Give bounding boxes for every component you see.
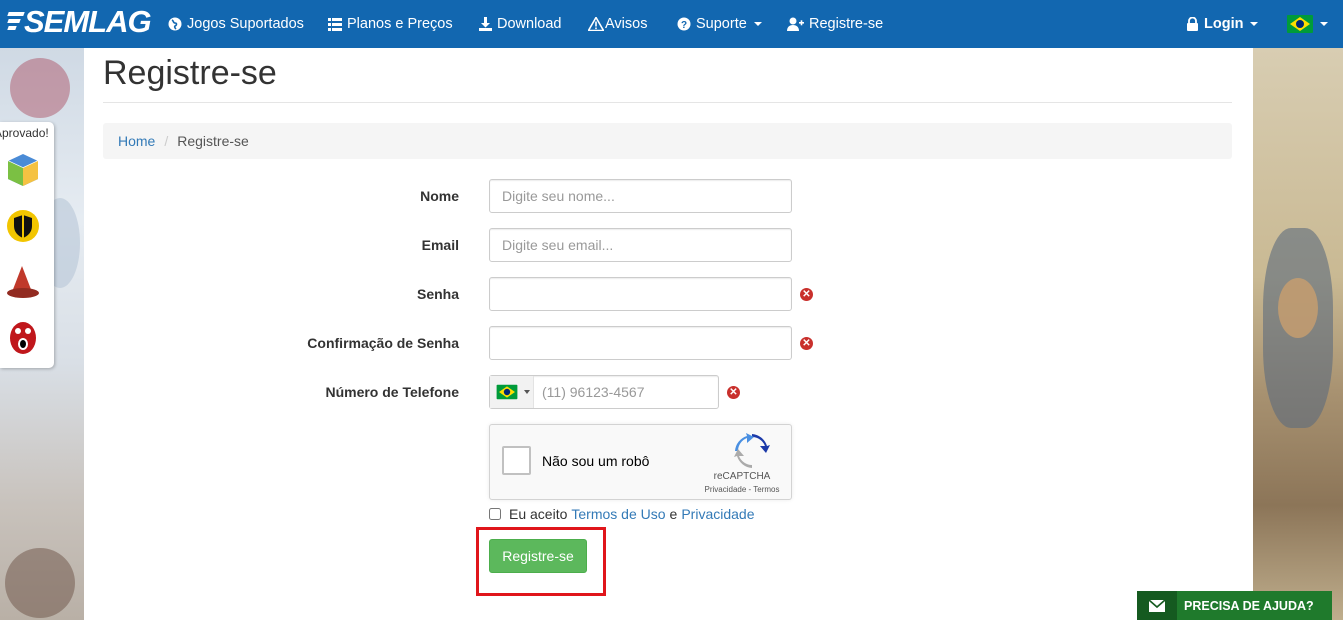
password-input[interactable]: [489, 277, 792, 311]
breadcrumb-current: Registre-se: [177, 133, 249, 149]
email-label: Email: [421, 237, 459, 253]
warning-icon: [588, 17, 604, 31]
terms-and: e: [669, 506, 678, 522]
list-icon: [328, 17, 342, 31]
email-input[interactable]: [489, 228, 792, 262]
nav-avisos[interactable]: Avisos: [588, 0, 647, 48]
wizard-hat-badge-icon[interactable]: [6, 264, 40, 300]
terms-row: Eu aceito Termos de Uso e Privacidade: [489, 506, 758, 522]
top-navbar: SEMLAG Jogos Suportados Planos e Preços …: [0, 0, 1343, 48]
nav-registre-se[interactable]: Registre-se: [787, 0, 883, 48]
site-logo[interactable]: SEMLAG: [7, 4, 152, 40]
name-label: Nome: [420, 188, 459, 204]
title-divider: [103, 102, 1232, 103]
globe-icon: [168, 17, 182, 31]
shield-badge-icon[interactable]: [6, 208, 40, 244]
question-icon: ?: [677, 17, 691, 31]
page-title: Registre-se: [103, 54, 277, 92]
chevron-down-icon: [1320, 22, 1328, 26]
logo-wing-icon: [7, 9, 25, 35]
chevron-down-icon: [523, 390, 530, 394]
aprovado-label: Aprovado!: [0, 126, 49, 140]
recaptcha-brand: reCAPTCHA: [713, 471, 771, 482]
right-background-art: [1253, 48, 1343, 620]
main-content: Registre-se Home / Registre-se Nome Emai…: [84, 48, 1253, 620]
svg-text:?: ?: [681, 20, 687, 31]
password-error-icon: ✕: [800, 288, 813, 301]
breadcrumb-home-link[interactable]: Home: [118, 133, 155, 149]
privacy-link[interactable]: Privacidade: [681, 506, 754, 522]
chevron-down-icon: [753, 22, 762, 26]
blocks-badge-icon[interactable]: [6, 152, 40, 188]
nav-suporte[interactable]: ? Suporte: [677, 0, 762, 48]
user-plus-icon: [787, 17, 804, 31]
brazil-flag-icon: [1287, 15, 1313, 33]
brazil-flag-icon: [496, 384, 517, 400]
nav-planos-precos[interactable]: Planos e Preços: [328, 0, 453, 48]
country-code-dropdown[interactable]: [490, 376, 534, 408]
name-input[interactable]: [489, 179, 792, 213]
envelope-icon: [1137, 591, 1177, 620]
chevron-down-icon: [1250, 22, 1259, 26]
nav-download[interactable]: Download: [479, 0, 562, 48]
language-dropdown[interactable]: [1287, 0, 1328, 48]
login-dropdown[interactable]: Login: [1186, 0, 1259, 48]
recaptcha-label: Não sou um robô: [542, 453, 650, 469]
breadcrumb-separator: /: [164, 133, 169, 149]
approval-badges-panel: Aprovado!: [0, 122, 54, 368]
download-icon: [479, 17, 492, 31]
phone-field: [489, 375, 719, 409]
password-confirm-input[interactable]: [489, 326, 792, 360]
recaptcha-logo-icon: [734, 433, 770, 468]
terms-of-use-link[interactable]: Termos de Uso: [571, 506, 665, 522]
recaptcha-checkbox[interactable]: [502, 446, 531, 475]
red-face-badge-icon[interactable]: [6, 320, 40, 356]
lock-icon: [1187, 17, 1198, 31]
nav-jogos-suportados[interactable]: Jogos Suportados: [168, 0, 304, 48]
register-submit-button[interactable]: Registre-se: [489, 539, 587, 573]
phone-error-icon: ✕: [727, 386, 740, 399]
recaptcha-widget: Não sou um robô reCAPTCHA Privacidade - …: [489, 424, 792, 500]
terms-prefix: Eu aceito: [509, 506, 568, 522]
help-chat-button[interactable]: PRECISA DE AJUDA?: [1137, 591, 1332, 620]
password-confirm-error-icon: ✕: [800, 337, 813, 350]
password-label: Senha: [416, 286, 459, 302]
phone-input[interactable]: [534, 377, 714, 407]
breadcrumb: Home / Registre-se: [103, 123, 1232, 159]
recaptcha-links[interactable]: Privacidade - Termos: [698, 485, 786, 494]
terms-checkbox[interactable]: [489, 508, 501, 520]
password-confirm-label: Confirmação de Senha: [307, 335, 459, 351]
phone-label: Número de Telefone: [325, 384, 459, 400]
